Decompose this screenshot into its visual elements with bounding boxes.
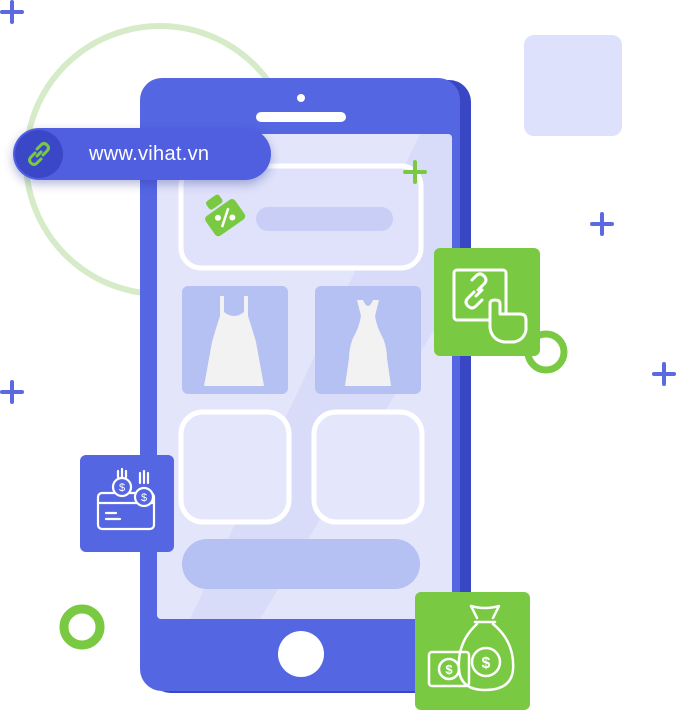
coupon-text-bar	[256, 207, 393, 231]
speaker-slot	[256, 112, 346, 122]
bottom-bar	[182, 539, 420, 589]
svg-text:$: $	[141, 492, 147, 504]
link-icon	[15, 130, 63, 178]
home-button	[278, 631, 324, 677]
camera-dot	[297, 94, 305, 102]
empty-tile-left	[178, 409, 292, 525]
svg-text:$: $	[445, 662, 453, 677]
empty-tile-right	[311, 409, 425, 525]
plus-icon	[403, 160, 427, 184]
url-badge[interactable]: www.vihat.vn	[13, 128, 271, 180]
dress-icon	[345, 300, 391, 386]
svg-text:$: $	[119, 482, 125, 494]
coupon-tag-icon	[205, 194, 246, 237]
click-link-card	[434, 248, 540, 356]
svg-text:$: $	[482, 655, 491, 672]
dress-icon	[204, 296, 264, 386]
url-text: www.vihat.vn	[89, 143, 210, 165]
payment-card: $ $	[80, 455, 174, 552]
money-card: $ $	[415, 592, 530, 710]
